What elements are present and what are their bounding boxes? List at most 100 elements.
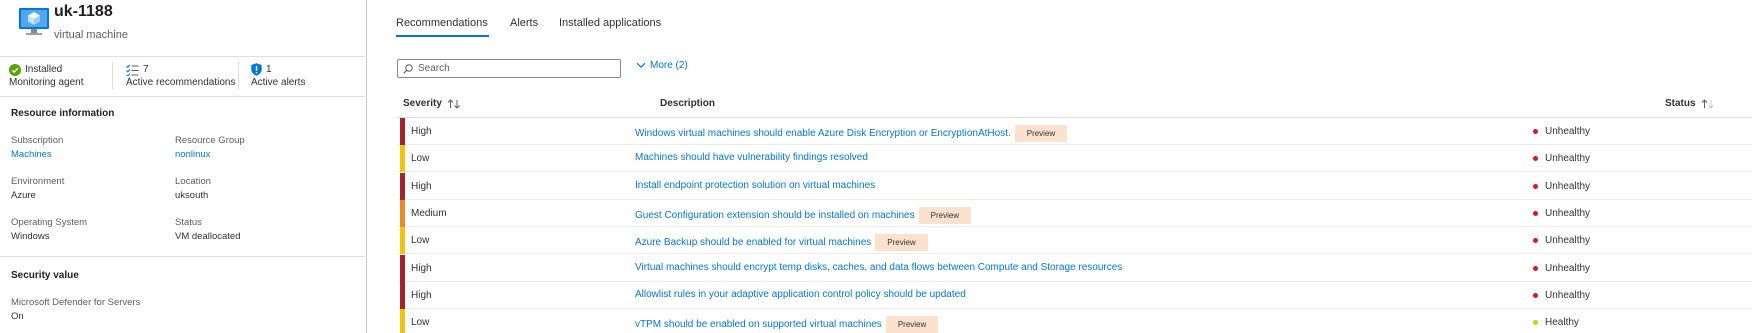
status-cell: Unhealthy (1533, 263, 1590, 274)
severity-label: Low (411, 153, 430, 165)
status-dot-icon (1533, 238, 1538, 244)
table-row[interactable]: High Virtual machines should encrypt temp… (397, 254, 1752, 282)
status-dot-icon (1533, 210, 1538, 216)
table-row[interactable]: High Allowlist rules in your adaptive app… (397, 281, 1752, 309)
divider (0, 256, 367, 257)
status-cell: Unhealthy (1533, 235, 1590, 246)
status-label: Healthy (1545, 317, 1579, 329)
environment-field: Environment Azure (11, 175, 64, 203)
security-value-title: Security value (11, 270, 79, 281)
active-recommendations-value: 7 (143, 64, 149, 75)
active-recommendations-label: Active recommendations (126, 77, 236, 88)
table-row[interactable]: High Install endpoint protection solution… (397, 172, 1752, 200)
status-dot-icon (1533, 292, 1538, 298)
resource-information-title: Resource information (11, 108, 115, 119)
resource-summary-panel: uk-1188 virtual machine Installed Monito… (0, 0, 367, 333)
shield-alert-icon (251, 63, 262, 76)
recommendation-link[interactable]: Machines should have vulnerability findi… (635, 152, 868, 163)
resource-group-label: Resource Group (175, 135, 245, 146)
preview-badge: Preview (875, 234, 928, 252)
recommendation-cell: Azure Backup should be enabled for virtu… (635, 234, 928, 252)
status-label: Unhealthy (1545, 235, 1591, 247)
environment-value: Azure (11, 190, 36, 201)
status-dot-icon (1533, 320, 1538, 326)
recommendation-link[interactable]: Allowlist rules in your adaptive applica… (635, 289, 966, 300)
table-row[interactable]: High Windows virtual machines should enab… (397, 118, 1752, 145)
vm-status-value: VM deallocated (175, 231, 241, 242)
status-cell: Unhealthy (1533, 126, 1590, 137)
defender-plan-value: On (11, 311, 24, 322)
search-box[interactable] (397, 59, 621, 78)
more-filters-button[interactable]: More (2) (636, 60, 688, 71)
recommendation-link[interactable]: Windows virtual machines should enable A… (635, 128, 1011, 139)
monitoring-agent-label: Monitoring agent (9, 77, 84, 88)
defender-plan-label: Microsoft Defender for Servers (11, 297, 141, 308)
search-icon (403, 63, 413, 74)
monitoring-agent-stat: Installed Monitoring agent (9, 63, 84, 89)
recommendation-cell: Guest Configuration extension should be … (635, 206, 972, 224)
vm-name: uk-1188 (54, 3, 113, 20)
preview-badge: Preview (1014, 125, 1068, 142)
location-value: uksouth (175, 190, 209, 201)
divider (112, 62, 113, 89)
sort-ascending-icon[interactable] (1701, 98, 1715, 109)
divider (0, 56, 367, 57)
more-filters-label: More (2) (650, 60, 688, 71)
status-label: Unhealthy (1545, 207, 1591, 219)
severity-indicator (400, 118, 405, 145)
recommendation-cell: Windows virtual machines should enable A… (635, 125, 1068, 142)
severity-label: High (411, 289, 432, 301)
chevron-down-icon (636, 62, 646, 68)
recommendation-link[interactable]: Install endpoint protection solution on … (635, 180, 875, 191)
severity-label: High (411, 262, 432, 274)
status-cell: Unhealthy (1533, 290, 1590, 301)
recommendation-cell: Allowlist rules in your adaptive applica… (635, 289, 966, 300)
vm-status-label: Status (175, 217, 202, 228)
subscription-link[interactable]: Machines (11, 148, 63, 162)
column-header-severity-label: Severity (403, 98, 442, 109)
operating-system-value: Windows (11, 231, 50, 242)
active-alerts-stat[interactable]: 1 Active alerts (251, 63, 305, 89)
table-row[interactable]: Low Machines should have vulnerability fi… (397, 145, 1752, 173)
status-dot-icon (1533, 183, 1538, 189)
tab-recommendations[interactable]: Recommendations (396, 17, 488, 29)
table-row[interactable]: Low vTPM should be enabled on supported v… (397, 309, 1752, 333)
location-label: Location (175, 176, 211, 187)
severity-label: Low (411, 235, 430, 247)
active-alerts-label: Active alerts (251, 77, 306, 88)
status-dot-icon (1533, 156, 1538, 162)
divider (0, 96, 367, 97)
status-label: Unhealthy (1545, 262, 1591, 274)
table-row[interactable]: Medium Guest Configuration extension shou… (397, 199, 1752, 227)
table-row[interactable]: Low Azure Backup should be enabled for vi… (397, 227, 1752, 255)
recommendation-link[interactable]: Guest Configuration extension should be … (635, 210, 915, 221)
environment-label: Environment (11, 176, 65, 187)
status-dot-icon (1533, 265, 1538, 271)
recommendations-panel: Recommendations Alerts Installed applica… (368, 0, 1752, 333)
status-cell: Unhealthy (1533, 208, 1590, 219)
recommendation-link[interactable]: vTPM should be enabled on supported virt… (635, 319, 882, 330)
preview-badge: Preview (885, 316, 939, 333)
sort-icon[interactable] (447, 98, 461, 109)
search-input[interactable] (418, 63, 608, 74)
severity-indicator (400, 254, 405, 282)
column-header-severity[interactable]: Severity (403, 98, 461, 109)
column-header-description[interactable]: Description (660, 98, 715, 109)
column-header-description-label: Description (660, 98, 716, 109)
recommendation-link[interactable]: Virtual machines should encrypt temp dis… (635, 262, 1122, 273)
severity-indicator (400, 199, 405, 227)
vm-status-field: Status VM deallocated (175, 216, 240, 244)
severity-label: Low (411, 317, 430, 329)
recommendation-link[interactable]: Azure Backup should be enabled for virtu… (635, 237, 871, 248)
vm-type: virtual machine (54, 29, 128, 41)
virtual-machine-icon (19, 8, 49, 35)
column-header-status-label: Status (1665, 98, 1696, 109)
severity-label: Medium (411, 207, 447, 219)
active-recommendations-stat[interactable]: 7 Active recommendations (126, 63, 236, 89)
column-header-status[interactable]: Status (1665, 98, 1715, 109)
resource-group-link[interactable]: nonlinux (175, 148, 245, 162)
tab-installed-applications[interactable]: Installed applications (559, 17, 661, 29)
defender-plan-field: Microsoft Defender for Servers On (11, 296, 140, 324)
status-cell: Unhealthy (1533, 153, 1590, 164)
tab-alerts[interactable]: Alerts (510, 17, 538, 29)
